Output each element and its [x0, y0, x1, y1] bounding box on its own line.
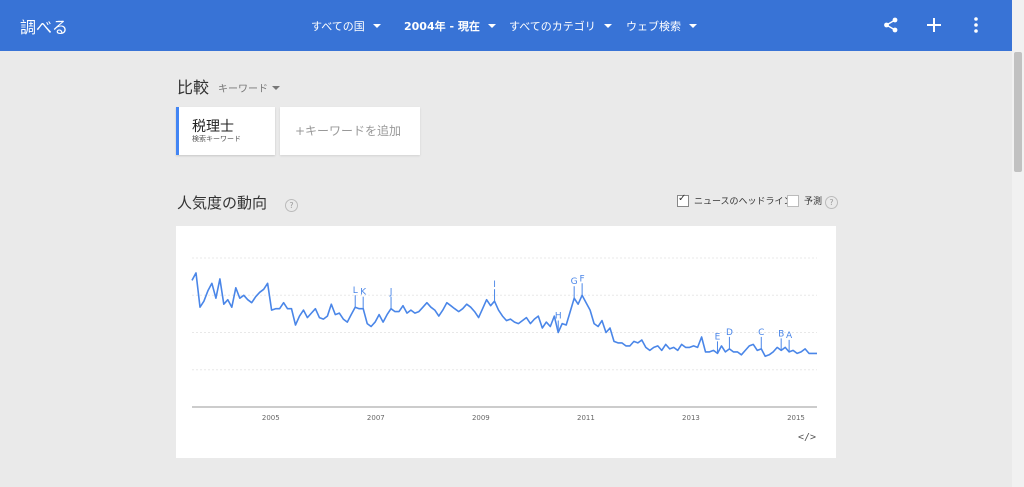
- forecast-toggle[interactable]: 予測: [787, 194, 822, 207]
- keyword-name: 税理士: [192, 119, 234, 135]
- keyword-type: 検索キーワード: [192, 135, 241, 143]
- add-keyword-input[interactable]: [280, 107, 420, 155]
- interest-over-time-title: 人気度の動向: [177, 194, 268, 212]
- checkbox-unchecked-icon[interactable]: [787, 194, 799, 207]
- embed-code-button[interactable]: </>: [798, 432, 816, 443]
- annotation-marker-i[interactable]: I: [493, 280, 496, 290]
- x-tick-label: 2007: [367, 414, 385, 422]
- chevron-down-icon: [372, 24, 381, 28]
- help-icon[interactable]: ?: [825, 196, 838, 209]
- date-range-filter[interactable]: 2004年 - 現在: [404, 18, 496, 34]
- brand-title[interactable]: 調べる: [20, 14, 68, 38]
- trend-chart-card: 2005 2007 2009 2011 2013 2015 L K J I H G F E D C B A: [176, 226, 836, 458]
- annotation-marker-b[interactable]: B: [778, 329, 784, 339]
- compare-title: 比較: [177, 78, 210, 97]
- x-tick-label: 2009: [472, 414, 490, 422]
- annotation-marker-j[interactable]: J: [389, 288, 393, 298]
- keyword-card[interactable]: 税理士 検索キーワード: [176, 107, 275, 155]
- checkbox-checked-icon[interactable]: [677, 193, 689, 207]
- share-icon: [884, 17, 898, 33]
- annotation-marker-a[interactable]: A: [786, 331, 793, 341]
- chevron-down-icon: [689, 24, 697, 28]
- share-button[interactable]: [881, 14, 901, 36]
- annotation-marker-l[interactable]: L: [353, 286, 358, 296]
- annotation-marker-k[interactable]: K: [360, 288, 367, 298]
- chevron-down-icon: [603, 24, 612, 28]
- x-tick-label: 2015: [787, 414, 805, 422]
- news-headlines-label: ニュースのヘッドライン: [694, 197, 793, 207]
- search-type-filter-label: ウェブ検索: [626, 20, 681, 33]
- annotation-marker-c[interactable]: C: [758, 328, 764, 338]
- x-tick-label: 2011: [577, 414, 595, 422]
- page-scrollbar[interactable]: [1012, 0, 1024, 487]
- trend-chart: 2005 2007 2009 2011 2013 2015 L K J I H G F E D C B A: [191, 257, 817, 422]
- country-filter-label: すべての国: [311, 20, 365, 33]
- help-icon[interactable]: ?: [285, 199, 298, 212]
- chevron-down-icon: [272, 85, 280, 90]
- annotation-marker-h[interactable]: H: [555, 312, 562, 322]
- add-button[interactable]: [924, 14, 944, 36]
- category-filter[interactable]: すべてのカテゴリ: [509, 18, 612, 34]
- plus-icon: [927, 18, 941, 32]
- trend-line: [191, 272, 817, 358]
- forecast-label: 予測: [804, 197, 823, 207]
- x-tick-label: 2013: [682, 414, 700, 422]
- annotation-marker-e[interactable]: E: [715, 332, 721, 342]
- top-bar: 調べる すべての国 2004年 - 現在 すべてのカテゴリ ウェブ検索: [0, 0, 1012, 51]
- annotation-marker-g[interactable]: G: [571, 277, 578, 287]
- country-filter[interactable]: すべての国: [311, 18, 381, 34]
- category-filter-label: すべてのカテゴリ: [509, 20, 596, 33]
- scrollbar-thumb[interactable]: [1014, 52, 1022, 172]
- add-keyword-card: [280, 107, 420, 155]
- compare-type-label: キーワード: [218, 84, 268, 95]
- compare-type-dropdown[interactable]: キーワード: [218, 80, 280, 95]
- search-type-filter[interactable]: ウェブ検索: [626, 18, 697, 34]
- date-range-filter-label: 2004年 - 現在: [404, 20, 480, 33]
- more-options-button[interactable]: [966, 14, 986, 36]
- annotation-marker-d[interactable]: D: [726, 328, 733, 338]
- more-vert-icon: [974, 17, 978, 33]
- news-headlines-toggle[interactable]: ニュースのヘッドライン: [677, 193, 793, 207]
- x-tick-label: 2005: [262, 414, 280, 422]
- chevron-down-icon: [487, 24, 496, 28]
- annotation-marker-f[interactable]: F: [580, 274, 585, 284]
